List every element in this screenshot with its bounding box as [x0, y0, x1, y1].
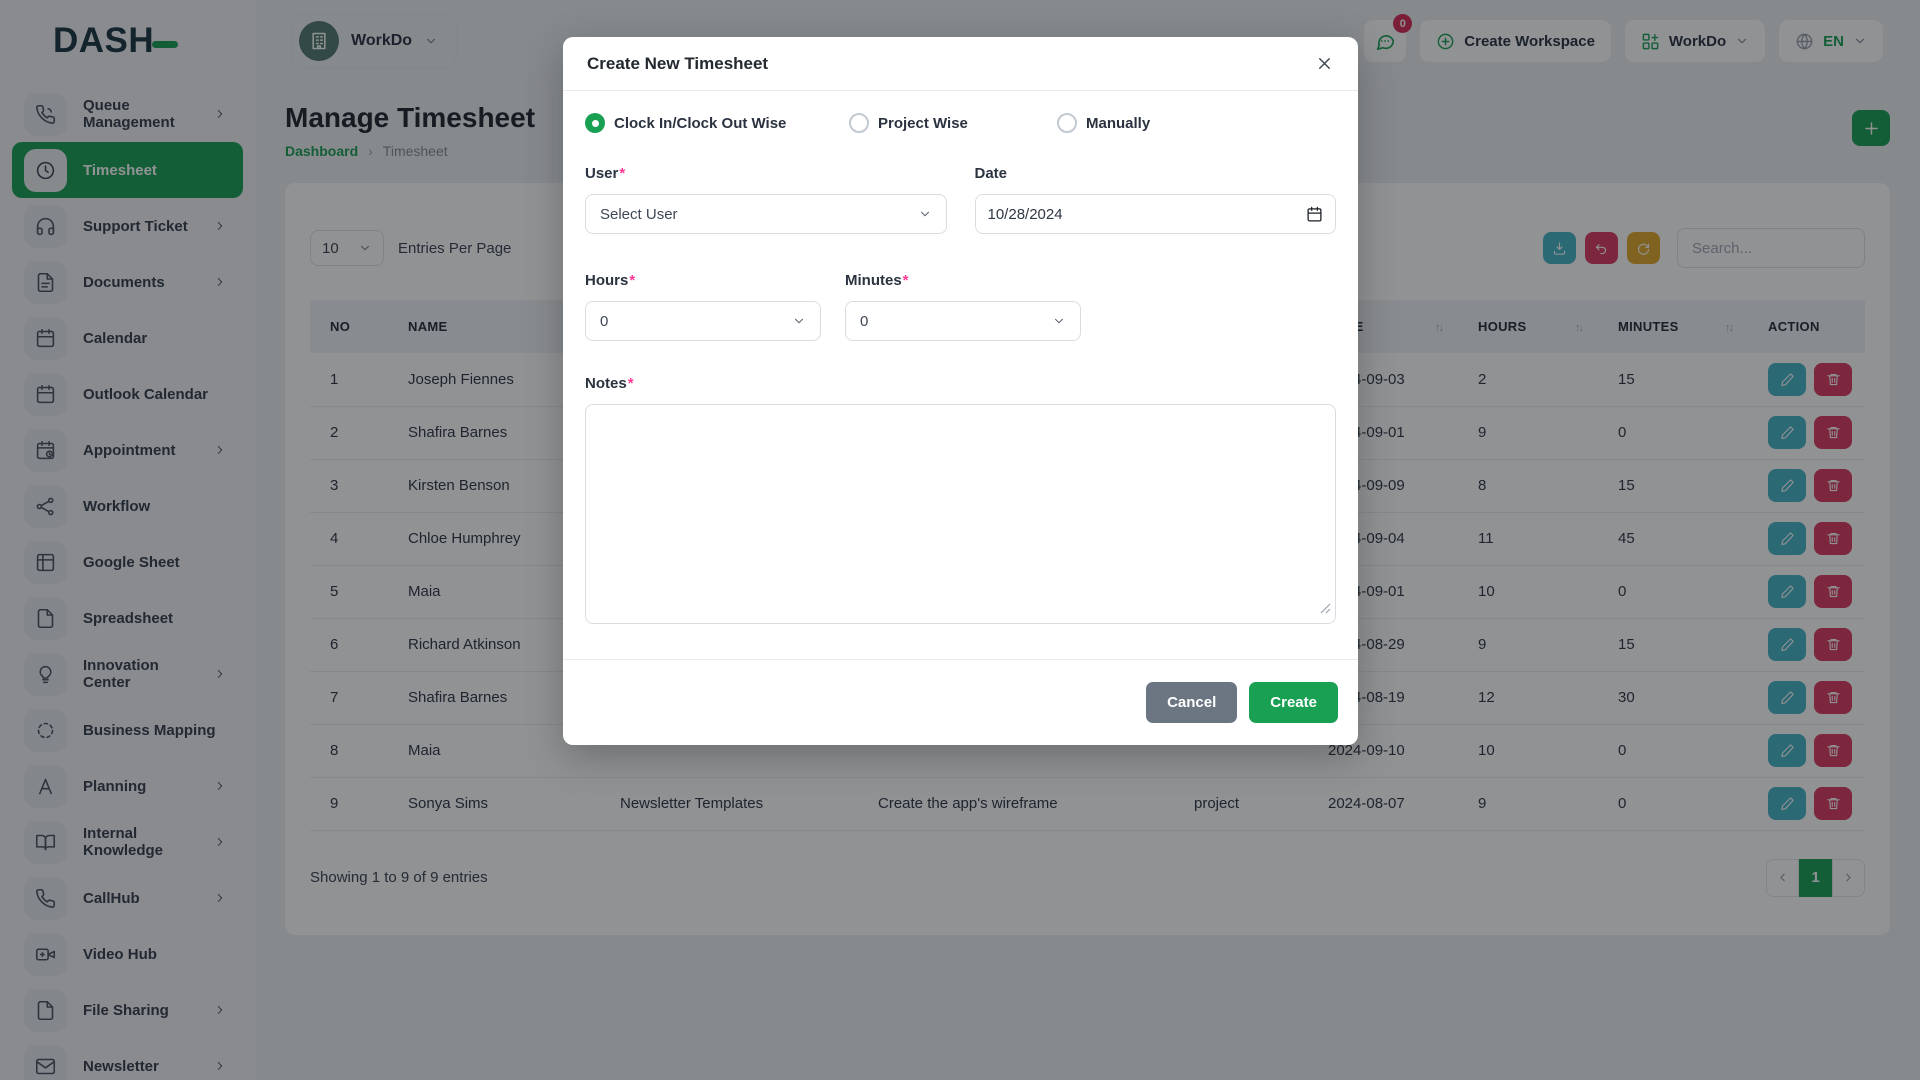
- modal-footer: Cancel Create: [563, 659, 1358, 745]
- modal-body: Clock In/Clock Out WiseProject WiseManua…: [563, 91, 1358, 659]
- calendar-icon[interactable]: [1306, 206, 1323, 223]
- radio-unchecked-icon: [849, 113, 869, 133]
- minutes-label: Minutes*: [845, 272, 1081, 289]
- user-field: User* Select User: [585, 165, 947, 234]
- radio-clock-in-clock-out-wise[interactable]: Clock In/Clock Out Wise: [585, 113, 849, 133]
- minutes-select[interactable]: 0: [845, 301, 1081, 341]
- hours-label: Hours*: [585, 272, 821, 289]
- chevron-down-icon: [918, 207, 932, 221]
- hours-select[interactable]: 0: [585, 301, 821, 341]
- hours-field: Hours* 0: [585, 272, 821, 341]
- radio-manually[interactable]: Manually: [1057, 113, 1150, 133]
- date-field: Date: [975, 165, 1337, 234]
- timesheet-type-radios: Clock In/Clock Out WiseProject WiseManua…: [585, 113, 1336, 133]
- notes-label: Notes*: [585, 375, 1336, 392]
- hours-select-value: 0: [600, 313, 608, 330]
- resize-handle-icon[interactable]: [1320, 601, 1331, 619]
- close-button[interactable]: [1315, 54, 1334, 73]
- notes-field: Notes*: [585, 375, 1336, 624]
- user-label: User*: [585, 165, 947, 182]
- minutes-field: Minutes* 0: [845, 272, 1081, 341]
- date-input-wrap: [975, 194, 1337, 234]
- chevron-down-icon: [1052, 314, 1066, 328]
- close-icon: [1315, 54, 1334, 73]
- minutes-select-value: 0: [860, 313, 868, 330]
- radio-unchecked-icon: [1057, 113, 1077, 133]
- cancel-button[interactable]: Cancel: [1146, 682, 1237, 723]
- radio-project-wise[interactable]: Project Wise: [849, 113, 1057, 133]
- create-timesheet-modal: Create New Timesheet Clock In/Clock Out …: [563, 37, 1358, 745]
- date-label: Date: [975, 165, 1337, 182]
- notes-textarea[interactable]: [585, 404, 1336, 624]
- radio-checked-icon: [585, 113, 605, 133]
- chevron-down-icon: [792, 314, 806, 328]
- date-input[interactable]: [988, 206, 1307, 223]
- modal-header: Create New Timesheet: [563, 37, 1358, 91]
- create-button[interactable]: Create: [1249, 682, 1338, 723]
- user-select-value: Select User: [600, 206, 678, 223]
- user-select[interactable]: Select User: [585, 194, 947, 234]
- modal-title: Create New Timesheet: [587, 54, 768, 74]
